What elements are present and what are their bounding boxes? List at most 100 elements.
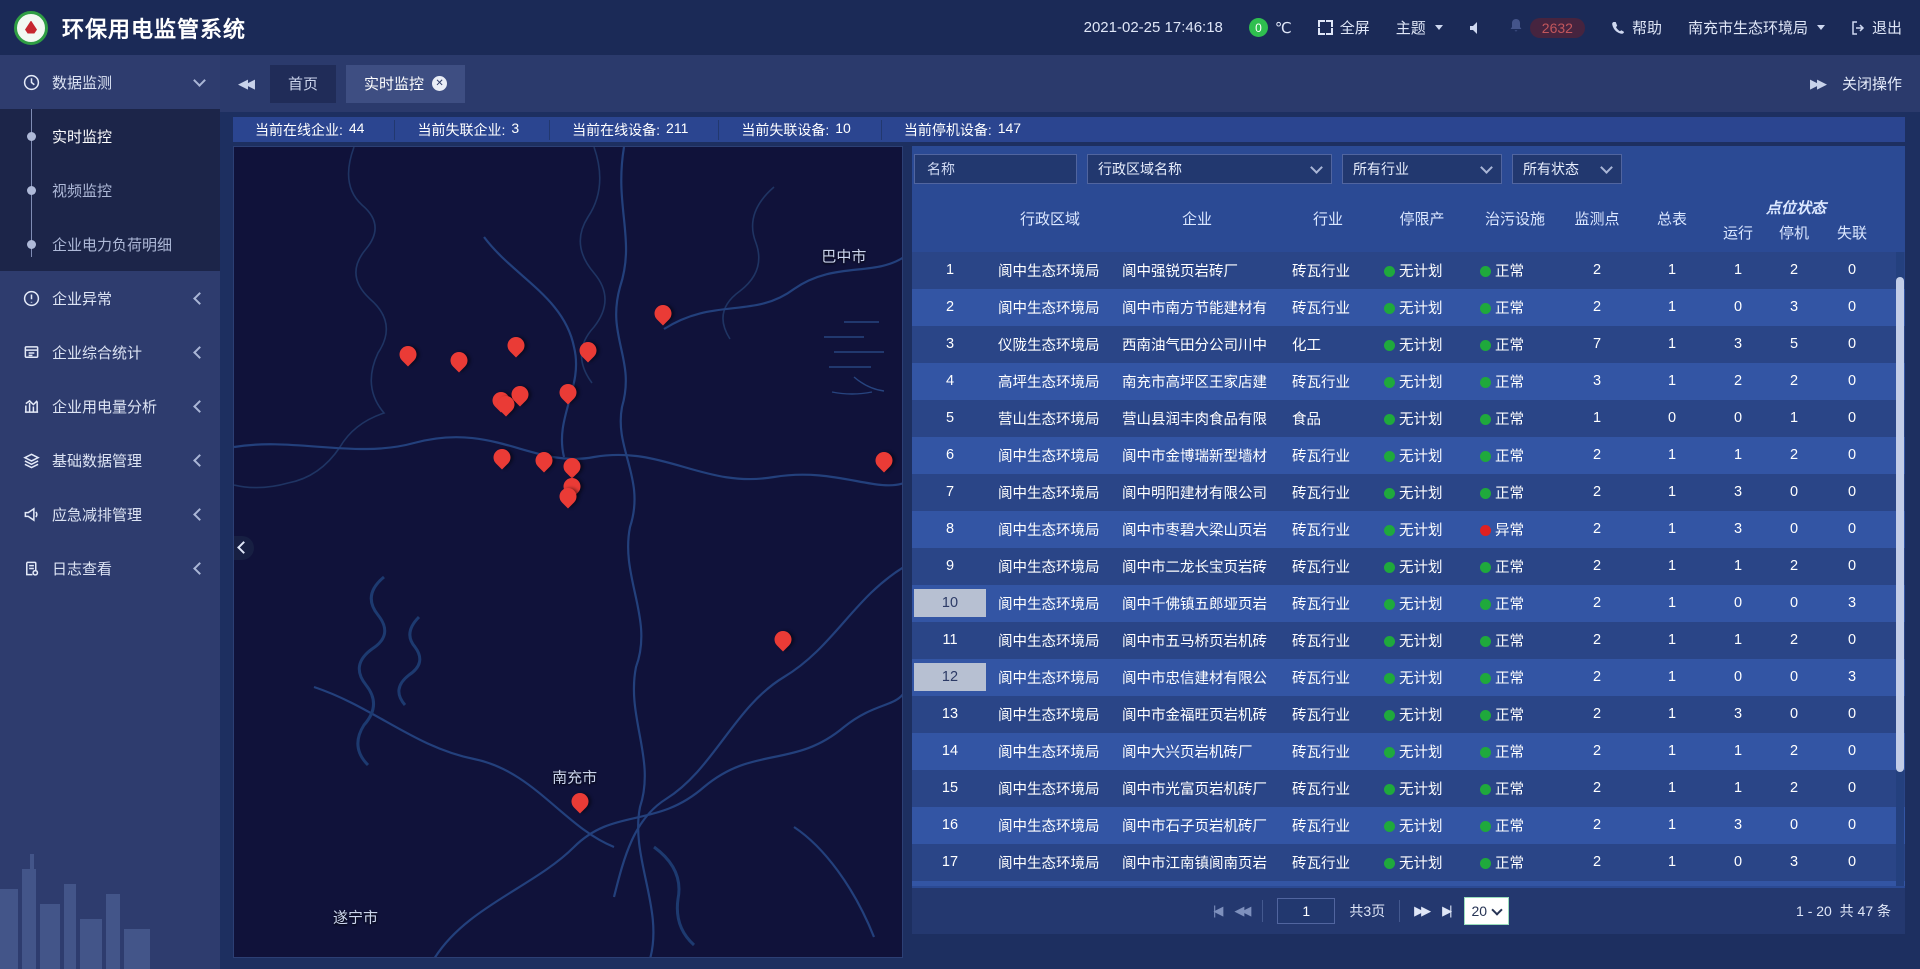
table-row[interactable]: 12 阆中生态环境局 阆中市忠信建材有限公 砖瓦行业 无计划 正常 2 1 0 … — [912, 659, 1905, 696]
cell-lost: 0 — [1822, 262, 1882, 278]
page-number-input[interactable] — [1277, 898, 1335, 924]
cell-facility: 正常 — [1470, 630, 1560, 651]
row-index: 7 — [933, 478, 967, 506]
tab-realtime-monitor[interactable]: 实时监控 ✕ — [346, 65, 465, 103]
map-panel[interactable]: 巴中市南充市遂宁市 — [233, 146, 903, 958]
tabs-scroll-right-icon[interactable]: ▶▶ — [1810, 76, 1824, 92]
table-row[interactable]: 9 阆中生态环境局 阆中市二龙长宝页岩砖 砖瓦行业 无计划 正常 2 1 1 2… — [912, 548, 1905, 585]
sidebar-item-emergency[interactable]: 应急减排管理 — [0, 487, 220, 541]
scrollbar-thumb[interactable] — [1896, 277, 1904, 772]
cell-monitor: 2 — [1560, 780, 1634, 796]
table-row[interactable]: 10 阆中生态环境局 阆中千佛镇五郎垭页岩 砖瓦行业 无计划 正常 2 1 0 … — [912, 585, 1905, 622]
cell-meter: 1 — [1634, 595, 1710, 611]
theme-menu[interactable]: 主题 — [1396, 17, 1443, 38]
sidebar-item-data-monitor[interactable]: 数据监测 — [0, 55, 220, 109]
sidebar-item-company-abnormal[interactable]: 企业异常 — [0, 271, 220, 325]
tabs-scroll-left-icon[interactable]: ◀◀ — [238, 76, 252, 92]
table-row[interactable]: 1 阆中生态环境局 阆中强锐页岩砖厂 砖瓦行业 无计划 正常 2 1 1 2 0 — [912, 252, 1905, 289]
status-dot-icon — [1384, 303, 1395, 314]
map-city-label: 遂宁市 — [333, 906, 378, 927]
sidebar-item-base-data[interactable]: 基础数据管理 — [0, 433, 220, 487]
first-page-icon[interactable]: |◀ — [1213, 903, 1220, 919]
cell-run: 1 — [1710, 447, 1766, 463]
sidebar-item-power-analysis[interactable]: 企业用电量分析 — [0, 379, 220, 433]
cell-region: 阆中生态环境局 — [988, 519, 1112, 540]
cell-lost: 0 — [1822, 484, 1882, 500]
cell-run: 3 — [1710, 336, 1766, 352]
table-row[interactable]: 17 阆中生态环境局 阆中市江南镇阆南页岩 砖瓦行业 无计划 正常 2 1 0 … — [912, 844, 1905, 881]
status-dot-icon — [1384, 673, 1395, 684]
sidebar-item-video-monitor[interactable]: 视频监控 — [0, 163, 220, 217]
sidebar-item-power-load-detail[interactable]: 企业电力负荷明细 — [0, 217, 220, 271]
cell-industry: 砖瓦行业 — [1282, 593, 1374, 614]
table-row[interactable]: 16 阆中生态环境局 阆中市石子页岩机砖厂 砖瓦行业 无计划 正常 2 1 3 … — [912, 807, 1905, 844]
cell-company: 阆中大兴页岩机砖厂 — [1112, 741, 1282, 762]
cell-stop: 无计划 — [1374, 630, 1470, 651]
table-row[interactable]: 11 阆中生态环境局 阆中市五马桥页岩机砖 砖瓦行业 无计划 正常 2 1 1 … — [912, 622, 1905, 659]
industry-filter-select[interactable]: 所有行业 — [1342, 154, 1502, 184]
cell-industry: 砖瓦行业 — [1282, 778, 1374, 799]
cell-industry: 食品 — [1282, 408, 1374, 429]
chevron-collapsed-icon — [193, 508, 206, 521]
name-filter[interactable] — [914, 154, 1077, 184]
table-body: 1 阆中生态环境局 阆中强锐页岩砖厂 砖瓦行业 无计划 正常 2 1 1 2 0… — [912, 252, 1905, 886]
cell-meter: 1 — [1634, 336, 1710, 352]
cell-region: 阆中生态环境局 — [988, 704, 1112, 725]
sidebar-item-realtime-monitor[interactable]: 实时监控 — [0, 109, 220, 163]
sidebar-item-company-stats[interactable]: 企业综合统计 — [0, 325, 220, 379]
table-row[interactable]: 15 阆中生态环境局 阆中市光富页岩机砖厂 砖瓦行业 无计划 正常 2 1 1 … — [912, 770, 1905, 807]
row-index: 11 — [933, 626, 967, 654]
tab-bar: ◀◀ 首页 实时监控 ✕ ▶▶ 关闭操作 — [220, 55, 1920, 112]
cell-stop: 无计划 — [1374, 408, 1470, 429]
table-row[interactable]: 13 阆中生态环境局 阆中市金福旺页岩机砖 砖瓦行业 无计划 正常 2 1 3 … — [912, 696, 1905, 733]
bullet-icon — [27, 186, 36, 195]
fullscreen-button[interactable]: 全屏 — [1318, 17, 1370, 38]
tab-home[interactable]: 首页 — [270, 65, 336, 103]
cell-company: 阆中市南方节能建材有 — [1112, 297, 1282, 318]
phone-icon — [1611, 21, 1625, 35]
cell-company: 阆中市石子页岩机砖厂 — [1112, 815, 1282, 836]
row-index: 6 — [933, 441, 967, 469]
cell-lost: 0 — [1822, 632, 1882, 648]
cell-monitor: 2 — [1560, 262, 1634, 278]
close-operations-menu[interactable]: 关闭操作 — [1842, 73, 1902, 94]
next-page-icon[interactable]: ▶▶ — [1414, 903, 1428, 919]
table-row[interactable]: 18 南部生态环境局 南部县双华水泥有限公 建材加工 无计划 正常 5 0 0 … — [912, 881, 1905, 886]
cell-stop: 无计划 — [1374, 556, 1470, 577]
region-filter-select[interactable]: 行政区域名称 — [1087, 154, 1332, 184]
table-row[interactable]: 2 阆中生态环境局 阆中市南方节能建材有 砖瓦行业 无计划 正常 2 1 0 3… — [912, 289, 1905, 326]
last-page-icon[interactable]: ▶| — [1442, 903, 1449, 919]
table-row[interactable]: 14 阆中生态环境局 阆中大兴页岩机砖厂 砖瓦行业 无计划 正常 2 1 1 2… — [912, 733, 1905, 770]
status-filter-select[interactable]: 所有状态 — [1512, 154, 1622, 184]
logout-button[interactable]: 退出 — [1851, 17, 1902, 38]
table-row[interactable]: 7 阆中生态环境局 阆中明阳建材有限公司 砖瓦行业 无计划 正常 2 1 3 0… — [912, 474, 1905, 511]
close-icon[interactable]: ✕ — [432, 76, 447, 91]
cell-stop: 无计划 — [1374, 778, 1470, 799]
stat-online-devices: 当前在线设备:211 — [550, 120, 719, 140]
table-row[interactable]: 6 阆中生态环境局 阆中市金博瑞新型墙材 砖瓦行业 无计划 正常 2 1 1 2… — [912, 437, 1905, 474]
org-menu[interactable]: 南充市生态环境局 — [1688, 17, 1825, 38]
layers-icon — [22, 451, 40, 469]
prev-page-icon[interactable]: ◀◀ — [1234, 903, 1248, 919]
help-button[interactable]: 帮助 — [1611, 17, 1662, 38]
cell-facility: 正常 — [1470, 815, 1560, 836]
col-header-industry: 行业 — [1282, 208, 1374, 229]
cell-lost: 0 — [1822, 299, 1882, 315]
table-scrollbar[interactable] — [1896, 252, 1904, 886]
table-row[interactable]: 5 营山生态环境局 营山县润丰肉食品有限 食品 无计划 正常 1 0 0 1 0 — [912, 400, 1905, 437]
table-row[interactable]: 8 阆中生态环境局 阆中市枣碧大梁山页岩 砖瓦行业 无计划 异常 2 1 3 0… — [912, 511, 1905, 548]
notifications[interactable]: 2632 — [1509, 18, 1585, 38]
name-filter-input[interactable] — [925, 160, 1066, 178]
cell-region: 阆中生态环境局 — [988, 852, 1112, 873]
sidebar-item-logs[interactable]: 日志查看 — [0, 541, 220, 595]
cell-industry: 砖瓦行业 — [1282, 260, 1374, 281]
table-row[interactable]: 3 仪陇生态环境局 西南油气田分公司川中 化工 无计划 正常 7 1 3 5 0 — [912, 326, 1905, 363]
table-row[interactable]: 4 高坪生态环境局 南充市高坪区王家店建 砖瓦行业 无计划 正常 3 1 2 2… — [912, 363, 1905, 400]
status-dot-icon — [1480, 303, 1491, 314]
row-index: 18 — [933, 885, 967, 886]
sound-button[interactable] — [1469, 21, 1483, 35]
cell-facility: 正常 — [1470, 593, 1560, 614]
page-size-select[interactable]: 20 — [1464, 897, 1510, 925]
cell-facility: 正常 — [1470, 556, 1560, 577]
row-index: 8 — [933, 515, 967, 543]
